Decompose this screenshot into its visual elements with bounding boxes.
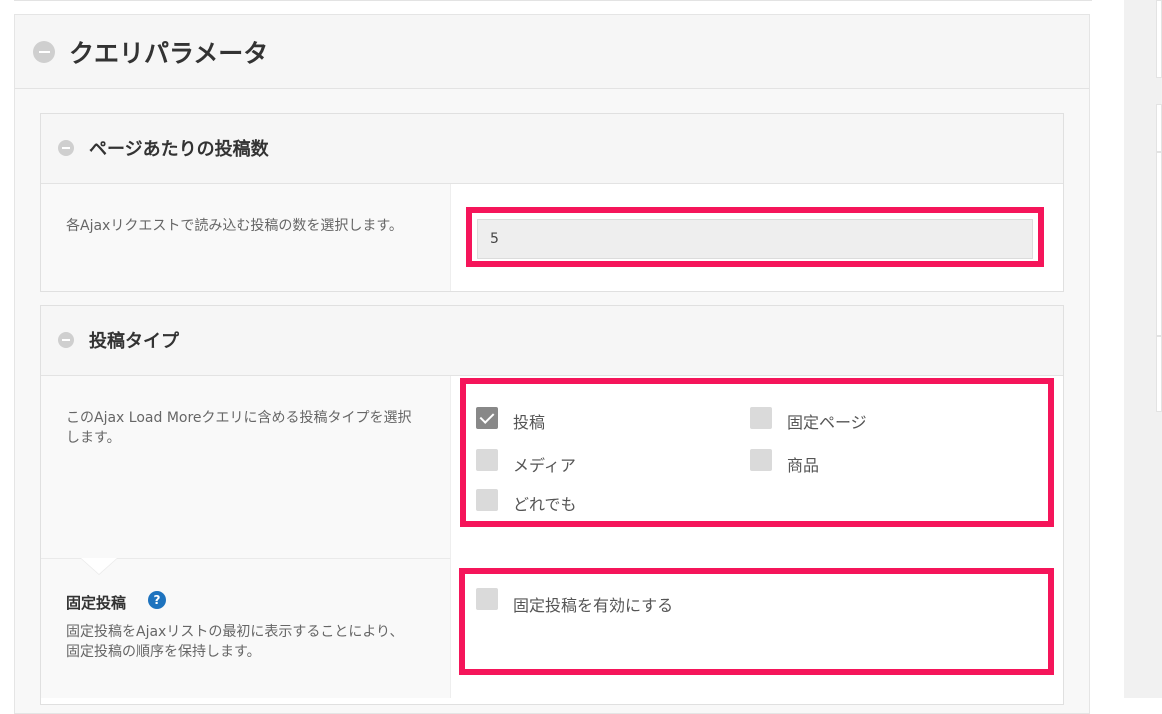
help-icon[interactable]: ? [148,591,166,609]
section-title: 投稿タイプ [89,331,179,352]
sidebar-panel [1156,152,1162,336]
highlight-box [460,378,1054,527]
panel-title: クエリパラメータ [69,39,269,68]
sidebar-panel [1156,0,1162,78]
top-divider [14,0,1092,1]
post-type-desc-col: このAjax Load Moreクエリに含める投稿タイプを選択します。 [41,376,451,558]
post-type-header[interactable]: 投稿タイプ [41,306,1063,376]
posts-per-page-header[interactable]: ページあたりの投稿数 [41,114,1063,184]
highlight-box [466,207,1044,267]
sticky-title: 固定投稿 [66,594,127,612]
query-params-header[interactable]: クエリパラメータ [15,15,1089,89]
section-title: ページあたりの投稿数 [89,139,269,160]
collapse-icon[interactable] [33,41,55,63]
posts-per-page-desc-col: 各Ajaxリクエストで読み込む投稿の数を選択します。 [41,184,451,291]
collapse-icon[interactable] [58,140,74,156]
section-description: 各Ajaxリクエストで読み込む投稿の数を選択します。 [66,218,403,234]
highlight-box [459,568,1054,675]
sidebar-panel [1156,104,1162,152]
sidebar-panel [1156,336,1162,412]
sticky-desc-col: 固定投稿 ? 固定投稿をAjaxリストの最初に表示することにより、固定投稿の順序… [41,558,451,698]
section-description: このAjax Load Moreクエリに含める投稿タイプを選択します。 [66,410,412,446]
sticky-description: 固定投稿をAjaxリストの最初に表示することにより、固定投稿の順序を保持します。 [66,624,404,660]
pointer-arrow [81,558,117,574]
collapse-icon[interactable] [58,332,74,348]
